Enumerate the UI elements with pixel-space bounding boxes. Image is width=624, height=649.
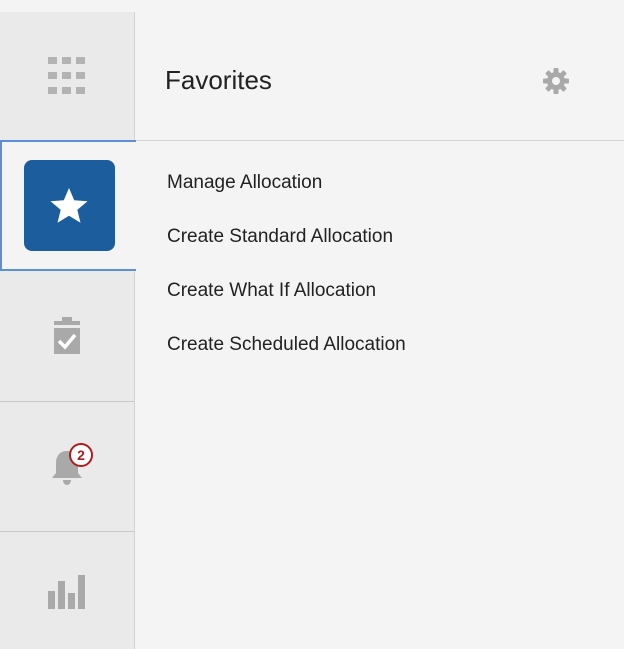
gear-icon[interactable] [542, 67, 570, 95]
page-title: Favorites [165, 65, 272, 95]
rail-item-notifications[interactable]: 2 [0, 402, 134, 532]
favorite-item-manage-allocation[interactable]: Manage Allocation [167, 169, 406, 196]
bell-wrap: 2 [47, 442, 93, 487]
rail-item-favorites[interactable] [0, 140, 136, 271]
favorite-item-create-standard-allocation[interactable]: Create Standard Allocation [167, 223, 406, 250]
apps-grid-icon [48, 57, 85, 94]
rail-item-tasks[interactable] [0, 271, 134, 402]
bar-chart-icon [48, 574, 85, 609]
rail-item-apps[interactable] [0, 12, 134, 140]
rail-item-reports[interactable] [0, 532, 134, 649]
notification-badge: 2 [69, 442, 93, 467]
clipboard-check-icon [54, 317, 80, 354]
favorite-item-create-what-if-allocation[interactable]: Create What If Allocation [167, 277, 406, 304]
favorites-list: Manage Allocation Create Standard Alloca… [167, 169, 406, 385]
favorite-item-create-scheduled-allocation[interactable]: Create Scheduled Allocation [167, 331, 406, 358]
favorites-panel: Favorites Manage Allocation Create Stand… [135, 12, 624, 649]
star-icon [50, 187, 88, 223]
panel-header: Favorites [135, 12, 624, 141]
favorites-tile [23, 160, 115, 251]
nav-rail: 2 [0, 12, 136, 649]
